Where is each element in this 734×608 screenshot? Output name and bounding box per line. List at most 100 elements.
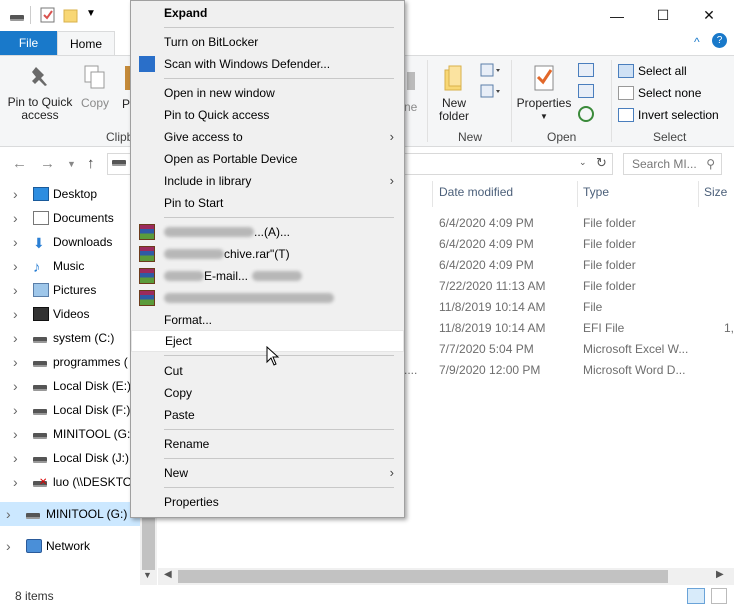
minimize-button[interactable]: — (594, 0, 640, 31)
scroll-down-icon[interactable]: ▼ (143, 570, 152, 580)
toolbar-divider (30, 6, 31, 24)
menu-label: Paste (164, 408, 195, 422)
expand-chevron-icon[interactable]: › (13, 450, 27, 466)
large-icons-view-icon[interactable] (711, 588, 727, 604)
invert-selection-button[interactable]: Invert selection (618, 106, 734, 124)
column-header-type[interactable]: Type (583, 185, 609, 205)
horizontal-scrollbar-thumb[interactable] (178, 570, 668, 583)
folder-icon (443, 64, 465, 92)
scroll-right-icon[interactable]: ▶ (716, 569, 724, 580)
nav-item[interactable]: › programmes ( (0, 350, 140, 374)
new-folder-button[interactable]: New folder (432, 62, 476, 124)
search-input[interactable]: Search MI... ⚲ (623, 153, 722, 175)
expand-chevron-icon[interactable]: › (13, 354, 27, 370)
expand-chevron-icon[interactable]: › (13, 210, 27, 226)
menu-item-bitlocker[interactable]: Turn on BitLocker (131, 31, 404, 53)
menu-item-pin-start[interactable]: Pin to Start (131, 192, 404, 214)
customize-toolbar-icon[interactable]: ▼ (86, 8, 96, 19)
menu-item-new[interactable]: New › (131, 462, 404, 484)
nav-item[interactable]: › Pictures (0, 278, 140, 302)
nav-item[interactable]: › MINITOOL (G:) (0, 422, 140, 446)
tab-home[interactable]: Home (57, 31, 115, 56)
menu-item-copy[interactable]: Copy (131, 382, 404, 404)
recent-locations-icon[interactable]: ▼ (67, 159, 76, 169)
maximize-button[interactable]: ☐ (640, 0, 686, 31)
nav-item[interactable]: › Videos (0, 302, 140, 326)
menu-item-winrar-add[interactable]: ...(A)... (131, 221, 404, 243)
column-header-size[interactable]: Size (704, 185, 727, 205)
videos-icon (33, 307, 49, 321)
expand-chevron-icon[interactable]: › (13, 306, 27, 322)
menu-item-give-access[interactable]: Give access to › (131, 126, 404, 148)
expand-chevron-icon[interactable]: › (13, 186, 27, 202)
expand-ribbon-icon[interactable]: ^ (694, 35, 700, 49)
column-header-date[interactable]: Date modified (439, 185, 513, 205)
nav-item[interactable]: › Local Disk (E:) (0, 374, 140, 398)
history-icon[interactable] (578, 106, 594, 122)
nav-item[interactable]: › system (C:) (0, 326, 140, 350)
details-view-icon[interactable] (687, 588, 705, 604)
menu-label: Turn on BitLocker (164, 35, 259, 49)
menu-item-winrar-add-rar[interactable]: chive.rar"(T) (131, 243, 404, 265)
menu-item-open-portable[interactable]: Open as Portable Device (131, 148, 404, 170)
new-item-button[interactable] (479, 62, 503, 80)
forward-arrow-icon[interactable]: → (40, 155, 55, 172)
ribbon-separator (611, 60, 612, 142)
row-date: 7/9/2020 12:00 PM (439, 363, 541, 377)
menu-item-include-library[interactable]: Include in library › (131, 170, 404, 192)
nav-item[interactable]: › Network (0, 534, 140, 558)
menu-item-format[interactable]: Format... (131, 309, 404, 331)
nav-item[interactable]: › Desktop (0, 182, 140, 206)
open-icon[interactable] (578, 63, 594, 77)
select-none-button[interactable]: Select none (618, 84, 728, 102)
properties-checkmark-icon[interactable] (40, 7, 56, 23)
tab-file[interactable]: File (0, 31, 57, 55)
menu-item-expand[interactable]: Expand (131, 2, 404, 24)
close-button[interactable]: ✕ (686, 0, 732, 31)
pin-quick-access-button[interactable]: Pin to Quick access (4, 62, 76, 124)
menu-item-winrar-compress-email[interactable] (131, 287, 404, 309)
back-arrow-icon[interactable]: ← (12, 155, 27, 172)
menu-item-winrar-email[interactable]: E-mail... (131, 265, 404, 287)
expand-chevron-icon[interactable]: › (6, 538, 20, 554)
expand-chevron-icon[interactable]: › (13, 330, 27, 346)
properties-button[interactable]: Properties ▼ (514, 62, 574, 124)
menu-label: Cut (164, 364, 183, 378)
menu-item-open-new-window[interactable]: Open in new window (131, 82, 404, 104)
expand-chevron-icon[interactable]: › (13, 378, 27, 394)
new-folder-icon[interactable] (63, 7, 79, 23)
nav-item[interactable]: › Local Disk (F:) (0, 398, 140, 422)
nav-item-label: MINITOOL (G:) (53, 427, 135, 441)
nav-item-label: Pictures (53, 283, 97, 297)
copy-button[interactable]: Copy (78, 62, 112, 122)
expand-chevron-icon[interactable]: › (13, 234, 27, 250)
refresh-icon[interactable]: ↻ (596, 155, 607, 171)
nav-item[interactable]: › Local Disk (J:) (0, 446, 140, 470)
menu-item-rename[interactable]: Rename (131, 433, 404, 455)
menu-item-properties[interactable]: Properties (131, 491, 404, 513)
nav-item[interactable]: › ♪ Music (0, 254, 140, 278)
select-all-button[interactable]: Select all (618, 62, 728, 80)
expand-chevron-icon[interactable]: › (6, 506, 20, 522)
menu-item-defender[interactable]: Scan with Windows Defender... (131, 53, 404, 75)
expand-chevron-icon[interactable]: › (13, 258, 27, 274)
menu-label: Give access to (164, 130, 243, 144)
menu-item-pin-quick-access[interactable]: Pin to Quick access (131, 104, 404, 126)
menu-label: Copy (164, 386, 193, 400)
address-dropdown-icon[interactable]: ⌄ (579, 157, 587, 168)
nav-item[interactable]: › ⬇ Downloads (0, 230, 140, 254)
edit-icon[interactable] (578, 84, 594, 98)
expand-chevron-icon[interactable]: › (13, 282, 27, 298)
menu-item-paste[interactable]: Paste (131, 404, 404, 426)
expand-chevron-icon[interactable]: › (13, 474, 27, 490)
easy-access-button[interactable] (479, 83, 503, 101)
help-icon[interactable]: ? (712, 33, 727, 48)
nav-item[interactable]: › MINITOOL (G:) (0, 502, 140, 526)
expand-chevron-icon[interactable]: › (13, 426, 27, 442)
expand-chevron-icon[interactable]: › (13, 402, 27, 418)
nav-item[interactable]: › Documents (0, 206, 140, 230)
up-arrow-icon[interactable]: ↑ (87, 155, 95, 172)
nav-item[interactable]: › ✕ luo (\\DESKTO (0, 470, 140, 494)
scroll-left-icon[interactable]: ◀ (164, 569, 172, 580)
chevron-down-icon: ▼ (540, 112, 548, 121)
